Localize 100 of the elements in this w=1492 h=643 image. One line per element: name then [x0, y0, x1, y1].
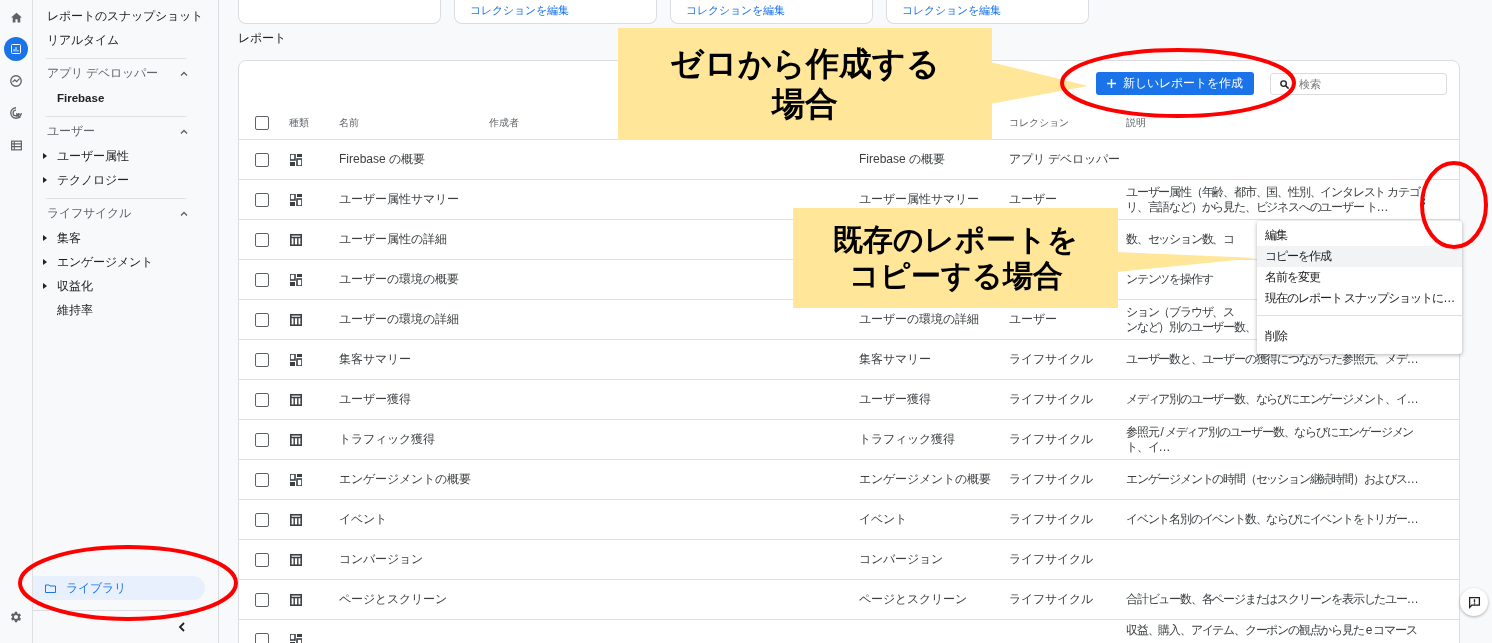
menu-item[interactable]: 編集	[1257, 225, 1463, 246]
column-header: 説明	[1126, 115, 1147, 130]
table-cell-text: エンゲージメントの概要	[859, 471, 992, 488]
table-cell-text: ライフサイクル	[1009, 391, 1094, 408]
folder-icon	[45, 583, 56, 593]
description-text: ユーザー数と、ユーザーの獲得につながった参照元、メデ…	[1126, 352, 1418, 367]
table-cell-text: Firebase の概要	[859, 151, 947, 168]
report-name[interactable]: Firebase の概要	[339, 151, 489, 168]
table-cell-text: ユーザー	[1009, 191, 1058, 208]
section-title: レポート	[238, 30, 287, 47]
row-checkbox[interactable]	[255, 272, 269, 287]
description-text: リ、言語など）から見た、ビジネスへのユーザー ト…	[1126, 199, 1388, 215]
menu-item[interactable]: 名前を変更	[1257, 267, 1463, 288]
nav-item[interactable]: 収益化	[33, 274, 218, 298]
column-header: 作成者	[489, 115, 520, 130]
report-name[interactable]: トラフィック獲得	[339, 431, 489, 448]
caret-icon	[43, 177, 47, 183]
description-text: 数、セッション数、コ	[1126, 232, 1234, 247]
report-name[interactable]: ユーザーの環境の詳細	[339, 311, 489, 328]
chevron-icon	[180, 71, 188, 76]
table-cell-text: ユーザー獲得	[859, 391, 932, 408]
nav-item[interactable]: エンゲージメント	[33, 250, 218, 274]
table-cell-text: ライフサイクル	[1009, 591, 1094, 608]
nav-item[interactable]: テクノロジー	[33, 168, 218, 192]
search-field[interactable]: 検索	[1270, 72, 1447, 95]
table-cell-text: ライフサイクル	[1009, 471, 1094, 488]
nav-item[interactable]: ユーザー属性	[33, 144, 218, 168]
report-name[interactable]: ユーザーの環境の概要	[339, 271, 489, 288]
column-header: 種類	[289, 115, 310, 130]
row-checkbox[interactable]	[255, 472, 269, 487]
description-text: ト、イ…	[1126, 439, 1170, 455]
menu-item[interactable]: コピーを作成	[1257, 246, 1463, 267]
description-text: ユーザー属性（年齢、都市、国、性別、インタレスト カテゴ	[1126, 184, 1420, 200]
search-icon	[1279, 78, 1290, 90]
report-name[interactable]: ページとスクリーン	[339, 591, 489, 608]
report-name[interactable]: コンバージョン	[339, 551, 489, 568]
nav-item[interactable]: 維持率	[33, 298, 218, 322]
chevron-icon	[180, 211, 188, 216]
bar-chart-icon[interactable]	[4, 37, 28, 61]
collapse-icon[interactable]	[176, 621, 186, 633]
table-cell-text: トラフィック獲得	[859, 431, 956, 448]
row-checkbox[interactable]	[255, 552, 269, 567]
row-checkbox[interactable]	[255, 432, 269, 447]
table-cell-text: ページとスクリーン	[859, 591, 968, 608]
table-cell-text: ライフサイクル	[1009, 511, 1094, 528]
edit-collection-link[interactable]: コレクションを編集	[470, 4, 569, 16]
report-name[interactable]: ユーザー獲得	[339, 391, 489, 408]
description-text: ション（ブラウザ、ス	[1126, 304, 1234, 320]
edit-collection-link[interactable]: コレクションを編集	[686, 4, 785, 16]
select-all-checkbox[interactable]	[255, 115, 269, 130]
table-cell-text: ライフサイクル	[1009, 551, 1094, 568]
description-text: 合計ビュー数、各ページまたはスクリーンを表示したユー…	[1126, 592, 1418, 607]
create-report-button[interactable]: 新しいレポートを作成	[1096, 72, 1254, 95]
section-toggle[interactable]: ユーザー	[33, 117, 218, 144]
table-cell-text: ユーザー	[1009, 311, 1058, 328]
report-name[interactable]: イベント	[339, 511, 489, 528]
row-checkbox[interactable]	[255, 512, 269, 527]
nav-link[interactable]: リアルタイム	[33, 28, 218, 52]
menu-item[interactable]: 削除	[1257, 322, 1463, 350]
caret-icon	[43, 259, 47, 265]
nav-item[interactable]: Firebase	[33, 86, 218, 110]
feedback-button[interactable]	[1460, 588, 1488, 616]
row-checkbox[interactable]	[255, 232, 269, 247]
description-text: イベント名別のイベント数、ならびにイベントをトリガー…	[1126, 512, 1418, 527]
table-cell-text: ライフサイクル	[1009, 431, 1094, 448]
description-text: ンなど）別のユーザー数、	[1126, 319, 1256, 335]
description-text: エンゲージメントの時間（セッション継続時間）およびス…	[1126, 472, 1418, 487]
nav-item[interactable]: 集客	[33, 226, 218, 250]
table-cell-text: コンバージョン	[859, 551, 944, 568]
row-checkbox[interactable]	[255, 312, 269, 327]
row-checkbox[interactable]	[255, 152, 269, 167]
report-name[interactable]: エンゲージメントの概要	[339, 471, 489, 488]
section-toggle[interactable]: アプリ デベロッパー	[33, 59, 218, 86]
feedback-icon	[1467, 595, 1481, 609]
edit-collection-link[interactable]: コレクションを編集	[902, 4, 1001, 16]
row-checkbox[interactable]	[255, 392, 269, 407]
table-cell-text: イベント	[859, 511, 908, 528]
callout-note: 既存のレポートをコピーする場合	[793, 208, 1118, 308]
table-cell-text: 集客サマリー	[859, 351, 932, 368]
report-name[interactable]: 集客サマリー	[339, 351, 489, 368]
table-cell-text: アプリ デベロッパー	[1009, 151, 1122, 168]
row-checkbox[interactable]	[255, 192, 269, 207]
description-text: 収益、購入、アイテム、クーポンの観点から見た e コマース	[1126, 623, 1417, 638]
report-name[interactable]: ユーザー属性の詳細	[339, 231, 489, 248]
column-header: 名前	[339, 115, 360, 130]
caret-icon	[43, 235, 47, 241]
row-checkbox[interactable]	[255, 592, 269, 607]
report-name[interactable]: ユーザー属性サマリー	[339, 191, 489, 208]
callout-note: ゼロから作成する場合	[618, 28, 992, 140]
description-text: メディア別のユーザー数、ならびにエンゲージメント、イ…	[1126, 392, 1418, 407]
description-text: 参照元 / メディア別のユーザー数、ならびにエンゲージメン	[1126, 424, 1414, 440]
column-header: コレクション	[1009, 115, 1070, 130]
table-cell-text: ライフサイクル	[1009, 351, 1094, 368]
section-toggle[interactable]: ライフサイクル	[33, 199, 218, 226]
menu-item[interactable]: 現在のレポート スナップショットに…	[1257, 288, 1463, 309]
nav-link[interactable]: レポートのスナップショット	[33, 4, 218, 28]
row-checkbox[interactable]	[255, 632, 269, 643]
description-text: ンテンツを操作す	[1126, 272, 1213, 287]
library-nav-item[interactable]: ライブラリ	[33, 576, 205, 600]
row-checkbox[interactable]	[255, 352, 269, 367]
